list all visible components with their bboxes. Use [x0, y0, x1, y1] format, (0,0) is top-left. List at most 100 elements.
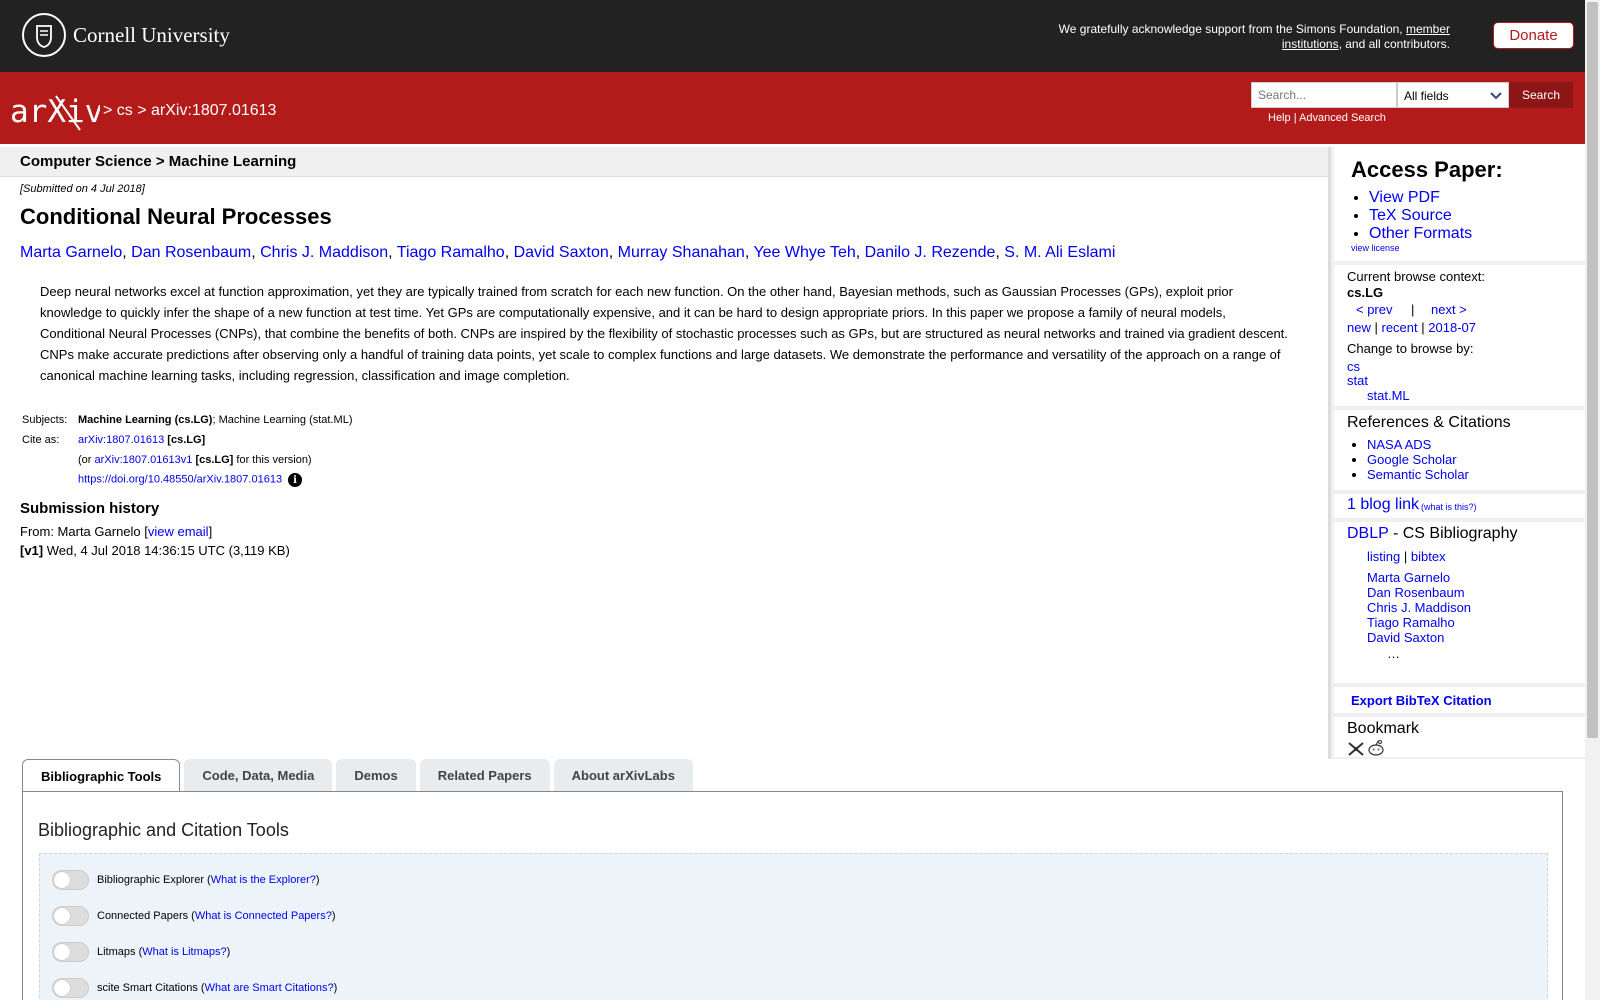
help-link[interactable]: Help: [1268, 112, 1291, 124]
scrollbar[interactable]: [1585, 0, 1600, 1000]
prev-link[interactable]: < prev: [1356, 302, 1393, 317]
view-email-link[interactable]: view email: [148, 524, 209, 539]
doi-link[interactable]: https://doi.org/10.48550/arXiv.1807.0161…: [78, 474, 282, 486]
bibsonomy-icon[interactable]: [1347, 741, 1365, 762]
view-pdf-link[interactable]: View PDF: [1369, 189, 1440, 206]
subjects-label: Subjects:: [22, 414, 68, 426]
author-link[interactable]: Danilo J. Rezende: [865, 244, 996, 261]
listing-link[interactable]: listing: [1367, 549, 1400, 564]
tab-code-data-media[interactable]: Code, Data, Media: [184, 759, 333, 792]
browse-separator: |: [1374, 320, 1378, 335]
tex-source-link[interactable]: TeX Source: [1369, 207, 1452, 224]
advanced-search-link[interactable]: Advanced Search: [1299, 112, 1386, 124]
tool-info-link[interactable]: What is the Explorer?: [211, 874, 316, 886]
author-link[interactable]: Chris J. Maddison: [260, 244, 388, 261]
explorer-toggle[interactable]: [52, 870, 89, 890]
tab-bibliographic-tools[interactable]: Bibliographic Tools: [22, 759, 181, 793]
browse-stat-link[interactable]: stat: [1347, 373, 1368, 388]
search-input[interactable]: [1251, 82, 1397, 108]
subjects-row: Subjects: Machine Learning (cs.LG); Mach…: [20, 410, 352, 430]
cite-category: [cs.LG]: [167, 434, 206, 446]
author-link[interactable]: S. M. Ali Eslami: [1004, 244, 1115, 261]
reddit-icon[interactable]: [1367, 739, 1385, 762]
version-tail: for this version): [236, 454, 312, 466]
view-license-link[interactable]: view license: [1351, 243, 1400, 253]
dblp-subtitle: - CS Bibliography: [1388, 525, 1518, 542]
from-close: ]: [208, 524, 213, 539]
context-label: Current browse context:: [1347, 269, 1486, 284]
access-links: View PDF TeX Source Other Formats: [1369, 189, 1472, 243]
recent-link[interactable]: recent: [1382, 320, 1418, 335]
tab-demos[interactable]: Demos: [336, 759, 416, 792]
dblp-author-link[interactable]: David Saxton: [1367, 630, 1444, 645]
bookmark-title: Bookmark: [1347, 720, 1420, 737]
blog-what-link[interactable]: (what is this?): [1421, 502, 1477, 512]
bookmark-box: Bookmark: [1334, 717, 1588, 757]
tab-related-papers[interactable]: Related Papers: [419, 759, 550, 792]
browse-cs-link[interactable]: cs: [1347, 359, 1360, 374]
cornell-name: Cornell University: [73, 22, 230, 47]
primary-subject: Machine Learning (cs.LG): [78, 414, 213, 426]
scrollbar-thumb[interactable]: [1587, 2, 1598, 738]
litmaps-toggle[interactable]: [52, 942, 89, 962]
connected-papers-toggle[interactable]: [52, 906, 89, 926]
subjects-value: Machine Learning (cs.LG); Machine Learni…: [78, 414, 352, 426]
browse-statml-link[interactable]: stat.ML: [1367, 388, 1410, 403]
labs-tabs: Bibliographic Tools Code, Data, Media De…: [22, 759, 697, 793]
scite-toggle[interactable]: [52, 978, 89, 998]
submission-from: From: Marta Garnelo [view email]: [20, 524, 212, 539]
references-links: NASA ADS Google Scholar Semantic Scholar: [1367, 437, 1469, 482]
bibtex-link[interactable]: bibtex: [1411, 549, 1446, 564]
search-button[interactable]: Search: [1509, 82, 1573, 108]
context-value: cs.LG: [1347, 285, 1384, 300]
tool-label: Litmaps: [97, 946, 136, 958]
panel-title: Bibliographic and Citation Tools: [38, 820, 289, 840]
semantic-scholar-link[interactable]: Semantic Scholar: [1367, 467, 1469, 482]
dblp-author-link[interactable]: Tiago Ramalho: [1367, 615, 1455, 630]
browse-links: new | recent | 2018-07: [1347, 320, 1476, 335]
dblp-author-link[interactable]: Marta Garnelo: [1367, 570, 1450, 585]
dblp-link[interactable]: DBLP: [1347, 525, 1389, 542]
version-category: [cs.LG]: [195, 454, 234, 466]
tool-info-link[interactable]: What are Smart Citations?: [205, 982, 334, 994]
version-text: Wed, 4 Jul 2018 14:36:15 UTC (3,119 KB): [46, 543, 290, 558]
tool-info-link[interactable]: What is Connected Papers?: [195, 910, 332, 922]
dblp-author-link[interactable]: Chris J. Maddison: [1367, 600, 1471, 615]
version-entry: [v1] Wed, 4 Jul 2018 14:36:15 UTC (3,119…: [20, 543, 290, 558]
arxiv-logo[interactable]: arXiv: [10, 92, 103, 140]
listing-separator: |: [1403, 549, 1408, 564]
new-link[interactable]: new: [1347, 320, 1371, 335]
export-bibtex-link[interactable]: Export BibTeX Citation: [1351, 693, 1492, 708]
blog-link[interactable]: 1 blog link: [1347, 496, 1419, 514]
author-link[interactable]: Dan Rosenbaum: [131, 244, 251, 261]
author-link[interactable]: Marta Garnelo: [20, 244, 122, 261]
cornell-seal-icon: [22, 13, 66, 57]
month-link[interactable]: 2018-07: [1428, 320, 1476, 335]
author-link[interactable]: David Saxton: [514, 244, 609, 261]
nasa-ads-link[interactable]: NASA ADS: [1367, 437, 1431, 452]
tool-row-scite: scite Smart Citations (What are Smart Ci…: [52, 978, 337, 998]
support-text: We gratefully acknowledge support from t…: [1030, 22, 1450, 52]
google-scholar-link[interactable]: Google Scholar: [1367, 452, 1457, 467]
next-link[interactable]: next >: [1431, 302, 1467, 317]
paper-title: Conditional Neural Processes: [20, 204, 332, 229]
info-icon[interactable]: i: [288, 473, 303, 487]
other-formats-link[interactable]: Other Formats: [1369, 225, 1472, 242]
search-field-select[interactable]: All fields: [1397, 82, 1509, 108]
cornell-logo[interactable]: Cornell University: [22, 13, 230, 57]
browse-context-box: Current browse context: cs.LG < prev | n…: [1334, 265, 1588, 406]
tool-label: Bibliographic Explorer: [97, 874, 204, 886]
breadcrumb[interactable]: > cs > arXiv:1807.01613: [103, 102, 276, 120]
submitted-date: [Submitted on 4 Jul 2018]: [20, 183, 145, 195]
references-title: References & Citations: [1347, 414, 1511, 431]
author-link[interactable]: Yee Whye Teh: [753, 244, 855, 261]
blog-box: 1 blog link (what is this?): [1334, 494, 1588, 518]
tab-about-arxivlabs[interactable]: About arXivLabs: [553, 759, 693, 792]
dblp-author-link[interactable]: Dan Rosenbaum: [1367, 585, 1465, 600]
author-link[interactable]: Tiago Ramalho: [397, 244, 505, 261]
donate-button[interactable]: Donate: [1493, 22, 1574, 49]
author-link[interactable]: Murray Shanahan: [618, 244, 745, 261]
tool-info-link[interactable]: What is Litmaps?: [142, 946, 226, 958]
version-link[interactable]: arXiv:1807.01613v1: [95, 454, 193, 466]
cite-id-link[interactable]: arXiv:1807.01613: [78, 434, 164, 446]
